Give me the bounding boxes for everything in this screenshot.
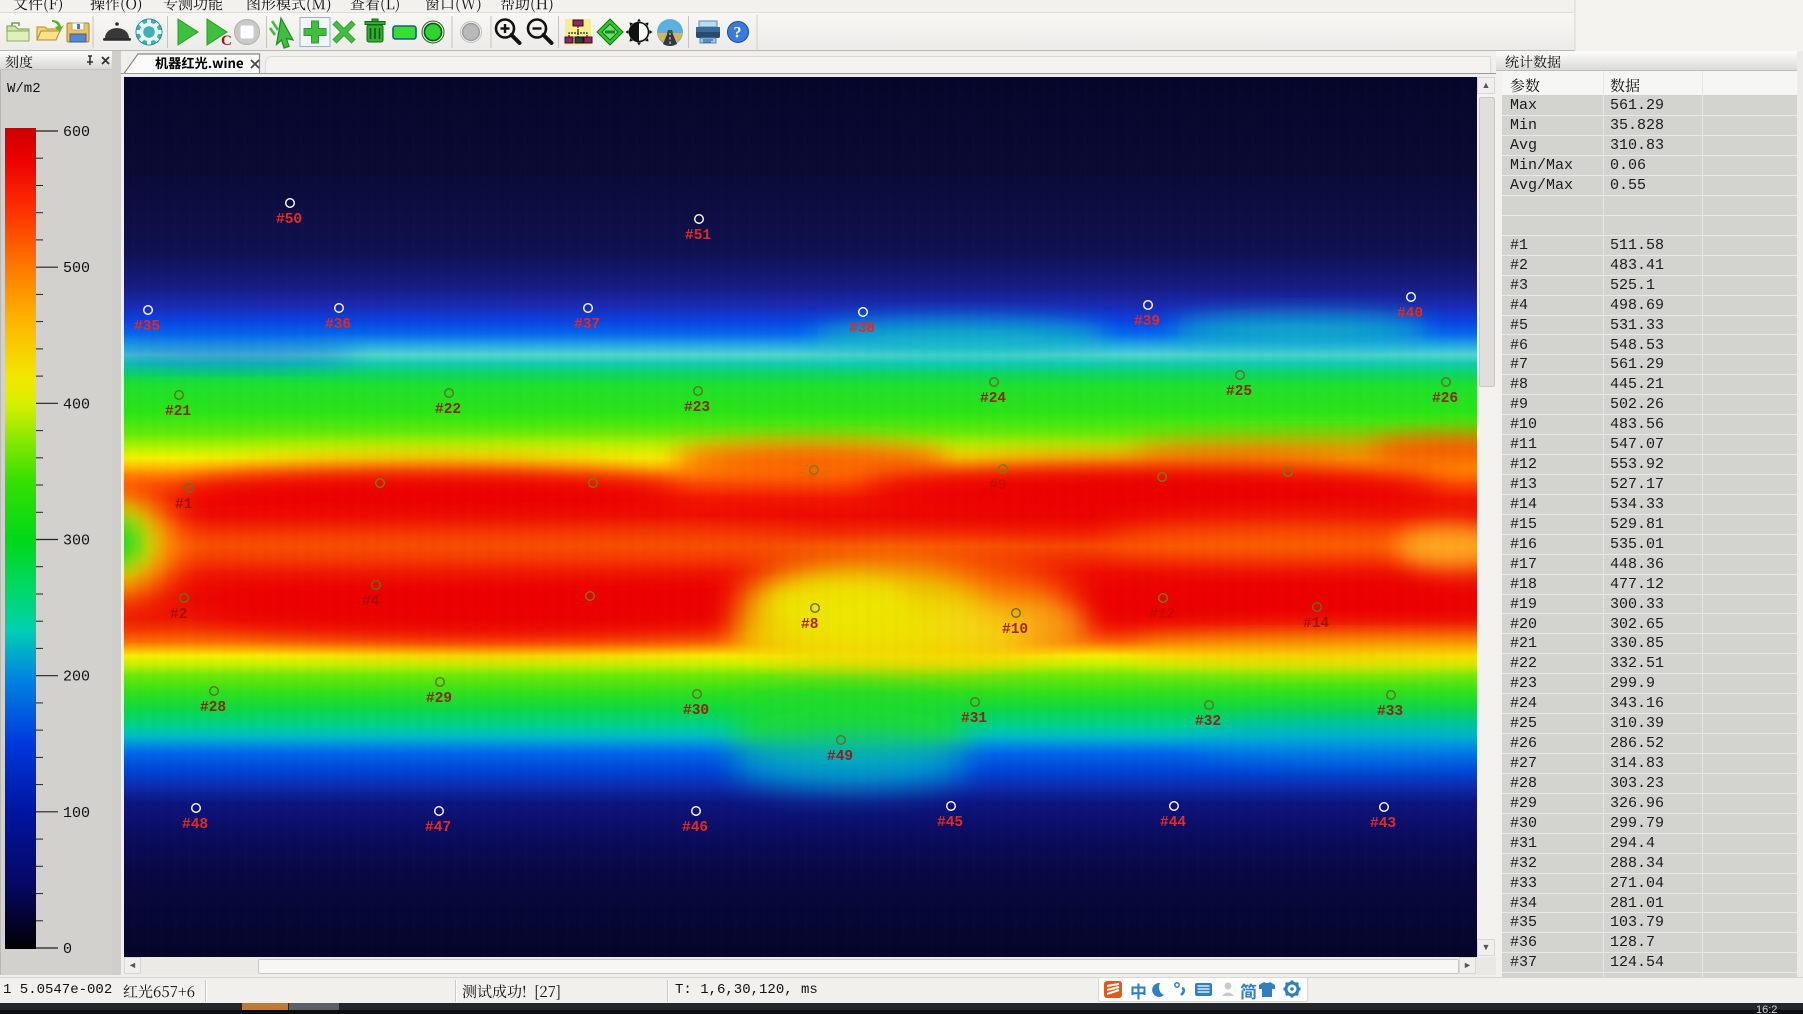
svg-text:500: 500 xyxy=(63,260,90,277)
svg-text:#10: #10 xyxy=(1002,622,1028,638)
svg-text:#2: #2 xyxy=(170,607,187,623)
svg-text:0: 0 xyxy=(63,941,72,958)
svg-text:400: 400 xyxy=(63,396,90,413)
svg-text:#36: #36 xyxy=(325,317,351,333)
svg-text:#14: #14 xyxy=(1303,616,1329,632)
svg-text:C: C xyxy=(221,33,232,49)
svg-text:#29: #29 xyxy=(426,691,452,707)
svg-text:200: 200 xyxy=(63,669,90,686)
svg-text:W/m2: W/m2 xyxy=(7,81,41,97)
svg-text:#49: #49 xyxy=(827,749,853,765)
svg-text:#35: #35 xyxy=(134,319,160,335)
svg-text:#50: #50 xyxy=(276,212,302,228)
svg-text:#43: #43 xyxy=(1370,816,1396,832)
svg-text:#47: #47 xyxy=(425,820,451,836)
svg-text:#25: #25 xyxy=(1226,384,1252,400)
svg-text:#37: #37 xyxy=(574,317,600,333)
svg-text:#31: #31 xyxy=(961,711,987,727)
svg-text:#1: #1 xyxy=(175,497,193,513)
svg-text:100: 100 xyxy=(63,805,90,822)
svg-text:#39: #39 xyxy=(1134,314,1160,330)
svg-text:#51: #51 xyxy=(685,228,711,244)
svg-text:#40: #40 xyxy=(1397,306,1423,322)
svg-text:#9: #9 xyxy=(989,478,1006,494)
svg-text:#8: #8 xyxy=(801,617,818,633)
svg-text:?: ? xyxy=(734,25,742,42)
svg-text:#32: #32 xyxy=(1195,714,1221,730)
svg-text:#46: #46 xyxy=(682,820,708,836)
svg-text:300: 300 xyxy=(63,533,90,550)
svg-text:#21: #21 xyxy=(165,404,191,420)
svg-text:#44: #44 xyxy=(1160,815,1186,831)
svg-text:#23: #23 xyxy=(684,400,710,416)
svg-text:#33: #33 xyxy=(1377,704,1403,720)
svg-text:#45: #45 xyxy=(937,815,963,831)
svg-text:#24: #24 xyxy=(980,391,1006,407)
svg-text:#22: #22 xyxy=(435,402,461,418)
svg-text:#26: #26 xyxy=(1432,391,1458,407)
svg-text:600: 600 xyxy=(63,124,90,141)
svg-text:#38: #38 xyxy=(849,321,875,337)
svg-text:#28: #28 xyxy=(200,700,226,716)
svg-text:#12: #12 xyxy=(1149,607,1175,623)
svg-text:#30: #30 xyxy=(683,703,709,719)
svg-text:#4: #4 xyxy=(362,594,380,610)
svg-text:#48: #48 xyxy=(182,817,208,833)
